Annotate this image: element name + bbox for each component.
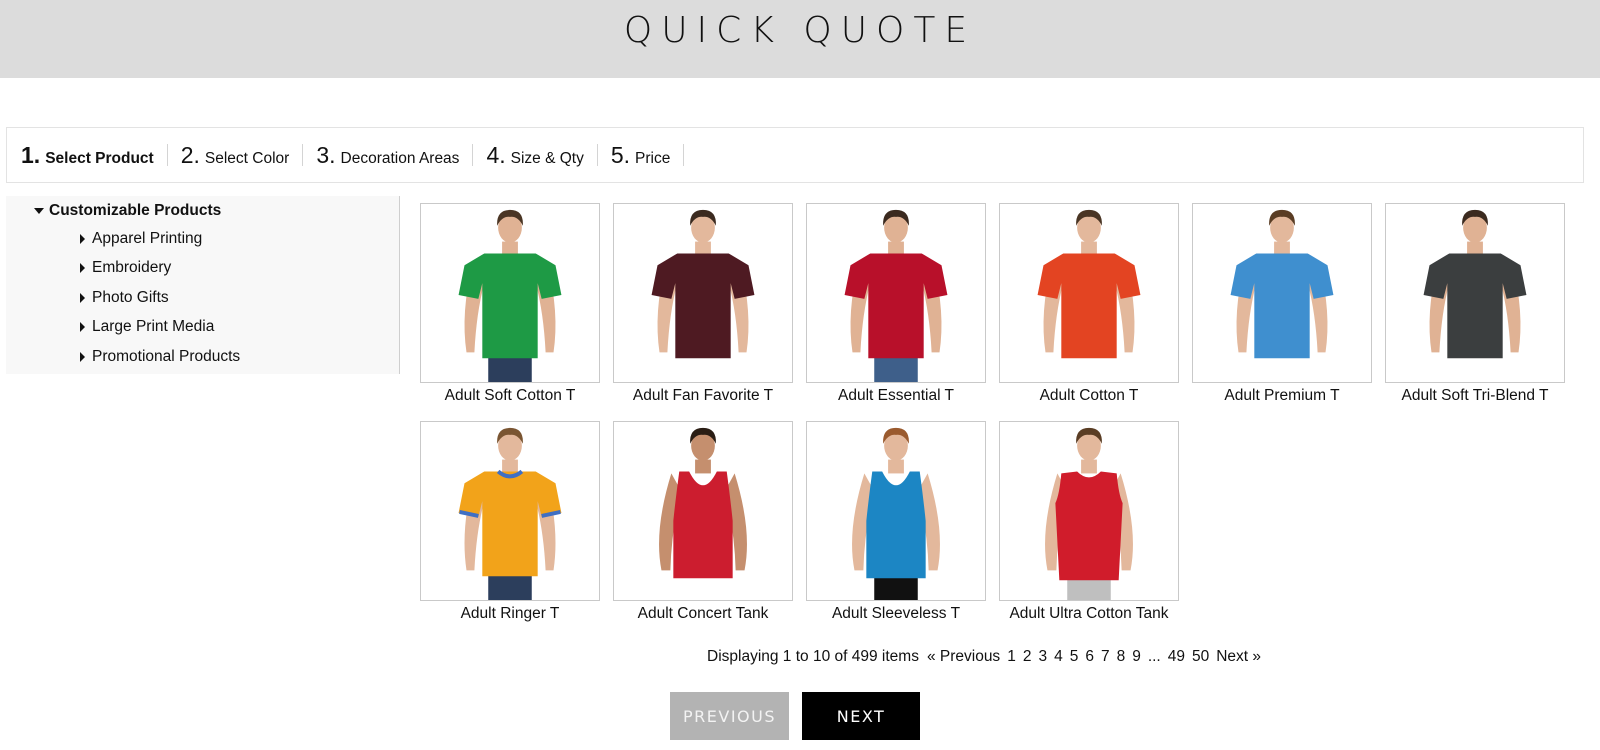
- tree-item-label: Embroidery: [92, 259, 172, 276]
- tree-item-label: Large Print Media: [92, 318, 215, 335]
- step-label: Select Color: [204, 150, 290, 167]
- product-image: [1192, 203, 1372, 383]
- pagination-summary: Displaying 1 to 10 of 499 items: [707, 648, 919, 665]
- product-name: Adult Ringer T: [460, 605, 560, 622]
- page-link-2[interactable]: 2: [1023, 648, 1032, 666]
- product-card[interactable]: Adult Fan Favorite T: [613, 203, 793, 405]
- tree-root-customizable-products[interactable]: Customizable Products: [34, 202, 221, 220]
- tree-item-label: Photo Gifts: [92, 289, 169, 306]
- page-link-3[interactable]: 3: [1038, 648, 1047, 666]
- tree-root-label: Customizable Products: [49, 202, 222, 219]
- caret-right-icon: [80, 352, 85, 362]
- step-number: 5.: [610, 142, 631, 168]
- product-image: [806, 203, 986, 383]
- page-link-50[interactable]: 50: [1192, 648, 1209, 666]
- pagination-next-link[interactable]: Next »: [1216, 648, 1261, 666]
- product-image: [613, 421, 793, 601]
- step-price[interactable]: 5. Price: [598, 142, 685, 168]
- product-image: [613, 203, 793, 383]
- caret-right-icon: [80, 263, 85, 273]
- page-link-49[interactable]: 49: [1168, 648, 1185, 666]
- product-card[interactable]: Adult Concert Tank: [613, 421, 793, 623]
- pagination: Displaying 1 to 10 of 499 items « Previo…: [707, 648, 1268, 666]
- product-image: [1385, 203, 1565, 383]
- tree-item-photo-gifts[interactable]: Photo Gifts: [80, 289, 169, 307]
- product-card[interactable]: Adult Cotton T: [999, 203, 1179, 405]
- step-number: 2.: [180, 142, 200, 168]
- page-header: QUICK QUOTE: [0, 0, 1600, 78]
- step-number: 3.: [316, 142, 336, 168]
- step-number: 4.: [486, 142, 506, 168]
- product-card[interactable]: Adult Essential T: [806, 203, 986, 405]
- page-link-1[interactable]: 1: [1007, 648, 1016, 666]
- tree-item-apparel-printing[interactable]: Apparel Printing: [80, 230, 202, 248]
- tree-item-label: Promotional Products: [92, 348, 241, 365]
- product-name: Adult Sleeveless T: [831, 605, 961, 622]
- tree-item-promotional-products[interactable]: Promotional Products: [80, 348, 240, 366]
- next-button[interactable]: NEXT: [802, 692, 920, 740]
- step-select-product[interactable]: 1. Select Product: [21, 142, 168, 168]
- step-label: Price: [635, 150, 671, 167]
- step-bar: 1. Select Product 2. Select Color 3. Dec…: [6, 127, 1584, 183]
- product-card[interactable]: Adult Soft Tri-Blend T: [1385, 203, 1565, 405]
- caret-right-icon: [80, 322, 85, 332]
- product-image: [999, 203, 1179, 383]
- product-image: [420, 203, 600, 383]
- page-link-6[interactable]: 6: [1085, 648, 1094, 666]
- product-name: Adult Fan Favorite T: [632, 387, 774, 404]
- page-title: QUICK QUOTE: [623, 10, 977, 51]
- step-decoration-areas[interactable]: 3. Decoration Areas: [303, 142, 474, 168]
- product-card[interactable]: Adult Sleeveless T: [806, 421, 986, 623]
- product-name: Adult Ultra Cotton Tank: [1009, 605, 1169, 622]
- product-name: Adult Concert Tank: [637, 605, 769, 622]
- page-link-9[interactable]: 9: [1132, 648, 1141, 666]
- caret-down-icon: [34, 208, 44, 214]
- product-name: Adult Premium T: [1224, 387, 1340, 404]
- page-link-8[interactable]: 8: [1117, 648, 1126, 666]
- step-label: Size & Qty: [510, 150, 584, 167]
- page-ellipsis: ...: [1147, 648, 1161, 665]
- step-size-qty[interactable]: 4. Size & Qty: [473, 142, 598, 168]
- product-card[interactable]: Adult Ringer T: [420, 421, 600, 623]
- product-name: Adult Cotton T: [1039, 387, 1139, 404]
- product-image: [806, 421, 986, 601]
- tree-item-large-print-media[interactable]: Large Print Media: [80, 318, 214, 336]
- product-name: Adult Soft Tri-Blend T: [1401, 387, 1549, 404]
- pagination-previous-link[interactable]: « Previous: [927, 648, 1000, 666]
- caret-right-icon: [80, 234, 85, 244]
- page-link-5[interactable]: 5: [1070, 648, 1079, 666]
- page-link-4[interactable]: 4: [1054, 648, 1063, 666]
- product-name: Adult Essential T: [837, 387, 955, 404]
- step-label: Select Product: [45, 150, 154, 167]
- caret-right-icon: [80, 293, 85, 303]
- step-label: Decoration Areas: [340, 150, 460, 167]
- step-number: 1.: [21, 142, 41, 168]
- product-image: [999, 421, 1179, 601]
- product-card[interactable]: Adult Premium T: [1192, 203, 1372, 405]
- product-card[interactable]: Adult Ultra Cotton Tank: [999, 421, 1179, 623]
- product-image: [420, 421, 600, 601]
- tree-item-label: Apparel Printing: [92, 230, 203, 247]
- page-link-7[interactable]: 7: [1101, 648, 1110, 666]
- step-select-color[interactable]: 2. Select Color: [168, 142, 304, 168]
- product-name: Adult Soft Cotton T: [444, 387, 576, 404]
- product-card[interactable]: Adult Soft Cotton T: [420, 203, 600, 405]
- previous-button[interactable]: PREVIOUS: [670, 692, 789, 740]
- category-sidebar: Customizable Products Apparel Printing E…: [6, 196, 400, 374]
- tree-item-embroidery[interactable]: Embroidery: [80, 259, 171, 277]
